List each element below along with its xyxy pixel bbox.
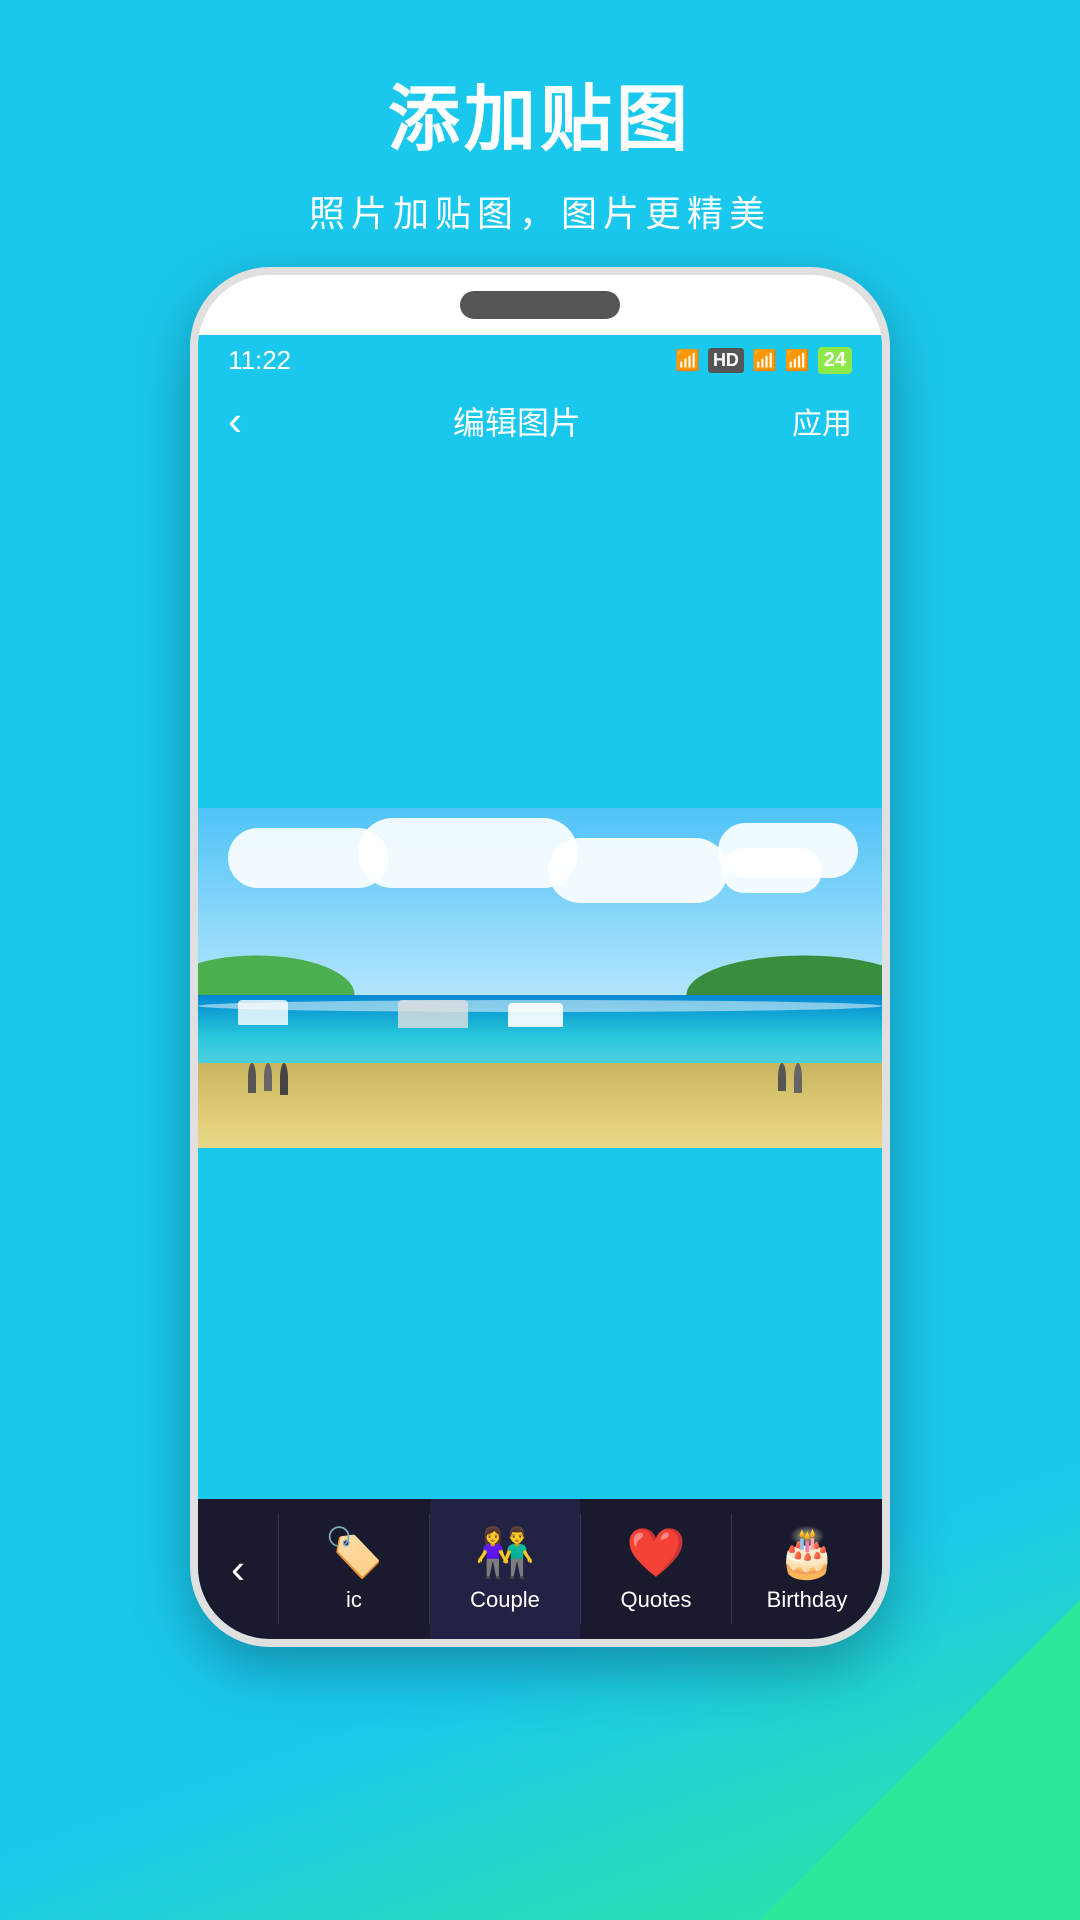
phone-screen: 11:22 📶 HD 📶 📶 24 ‹ 编辑图片 应用 [198, 335, 882, 1639]
tab-quotes-label: Quotes [621, 1587, 692, 1613]
signal-icon-2: 📶 [785, 348, 810, 373]
power-button[interactable] [886, 535, 890, 655]
bg-accent [760, 1600, 1080, 1920]
nav-title: 编辑图片 [453, 398, 581, 444]
tab-couple-label: Couple [470, 1587, 540, 1613]
boat-3 [508, 1003, 563, 1027]
battery-icon: 24 [818, 347, 852, 374]
back-button[interactable]: ‹ [228, 397, 242, 445]
hero-sub-title: 照片加贴图，图片更精美 [309, 185, 771, 237]
tab-item-birthday[interactable]: 🎂 Birthday [732, 1499, 882, 1639]
nav-bar: ‹ 编辑图片 应用 [198, 385, 882, 457]
sky-layer [198, 808, 882, 995]
cloud-3 [548, 838, 728, 903]
status-time: 11:22 [228, 345, 291, 376]
status-icons: 📶 HD 📶 📶 24 [675, 347, 852, 374]
tab-item-couple[interactable]: 👫 Couple [430, 1499, 580, 1639]
cloud-5 [722, 848, 822, 893]
status-bar: 11:22 📶 HD 📶 📶 24 [198, 335, 882, 385]
wifi-icon: 📶 [675, 348, 700, 373]
tab-back-arrow-icon: ‹ [231, 1545, 245, 1593]
volume-down-button[interactable] [190, 555, 194, 655]
phone-frame: 11:22 📶 HD 📶 📶 24 ‹ 编辑图片 应用 [190, 267, 890, 1647]
apply-button[interactable]: 应用 [792, 399, 852, 443]
cloud-2 [358, 818, 578, 888]
sand-layer [198, 1063, 882, 1148]
tab-item-quotes[interactable]: ❤️ Quotes [581, 1499, 731, 1639]
hero-main-title: 添加贴图 [388, 60, 692, 165]
signal-icon: 📶 [752, 348, 777, 373]
ic-icon: 🏷️ [324, 1524, 384, 1581]
birthday-icon: 🎂 [777, 1524, 837, 1581]
hero-section: 添加贴图 照片加贴图，图片更精美 [309, 0, 771, 237]
sea-layer [198, 995, 882, 1063]
couple-icon: 👫 [475, 1524, 535, 1581]
boat-1 [238, 1000, 288, 1025]
hills-svg [198, 955, 882, 995]
phone-top-bar [198, 275, 882, 335]
image-editing-area[interactable] [198, 457, 882, 1499]
tab-ic-label: ic [346, 1587, 362, 1613]
quotes-icon: ❤️ [626, 1524, 686, 1581]
tab-birthday-label: Birthday [767, 1587, 848, 1613]
phone-speaker [460, 291, 620, 319]
hd-badge: HD [708, 348, 744, 373]
people-group-2 [778, 1063, 802, 1093]
tab-bar: ‹ 🏷️ ic 👫 Couple ❤️ Quotes [198, 1499, 882, 1639]
volume-up-button[interactable] [190, 475, 194, 535]
beach-photo [198, 808, 882, 1148]
people-group-1 [248, 1063, 288, 1095]
boat-2 [398, 1000, 468, 1028]
tab-back-button[interactable]: ‹ [198, 1499, 278, 1639]
tab-item-ic[interactable]: 🏷️ ic [279, 1499, 429, 1639]
